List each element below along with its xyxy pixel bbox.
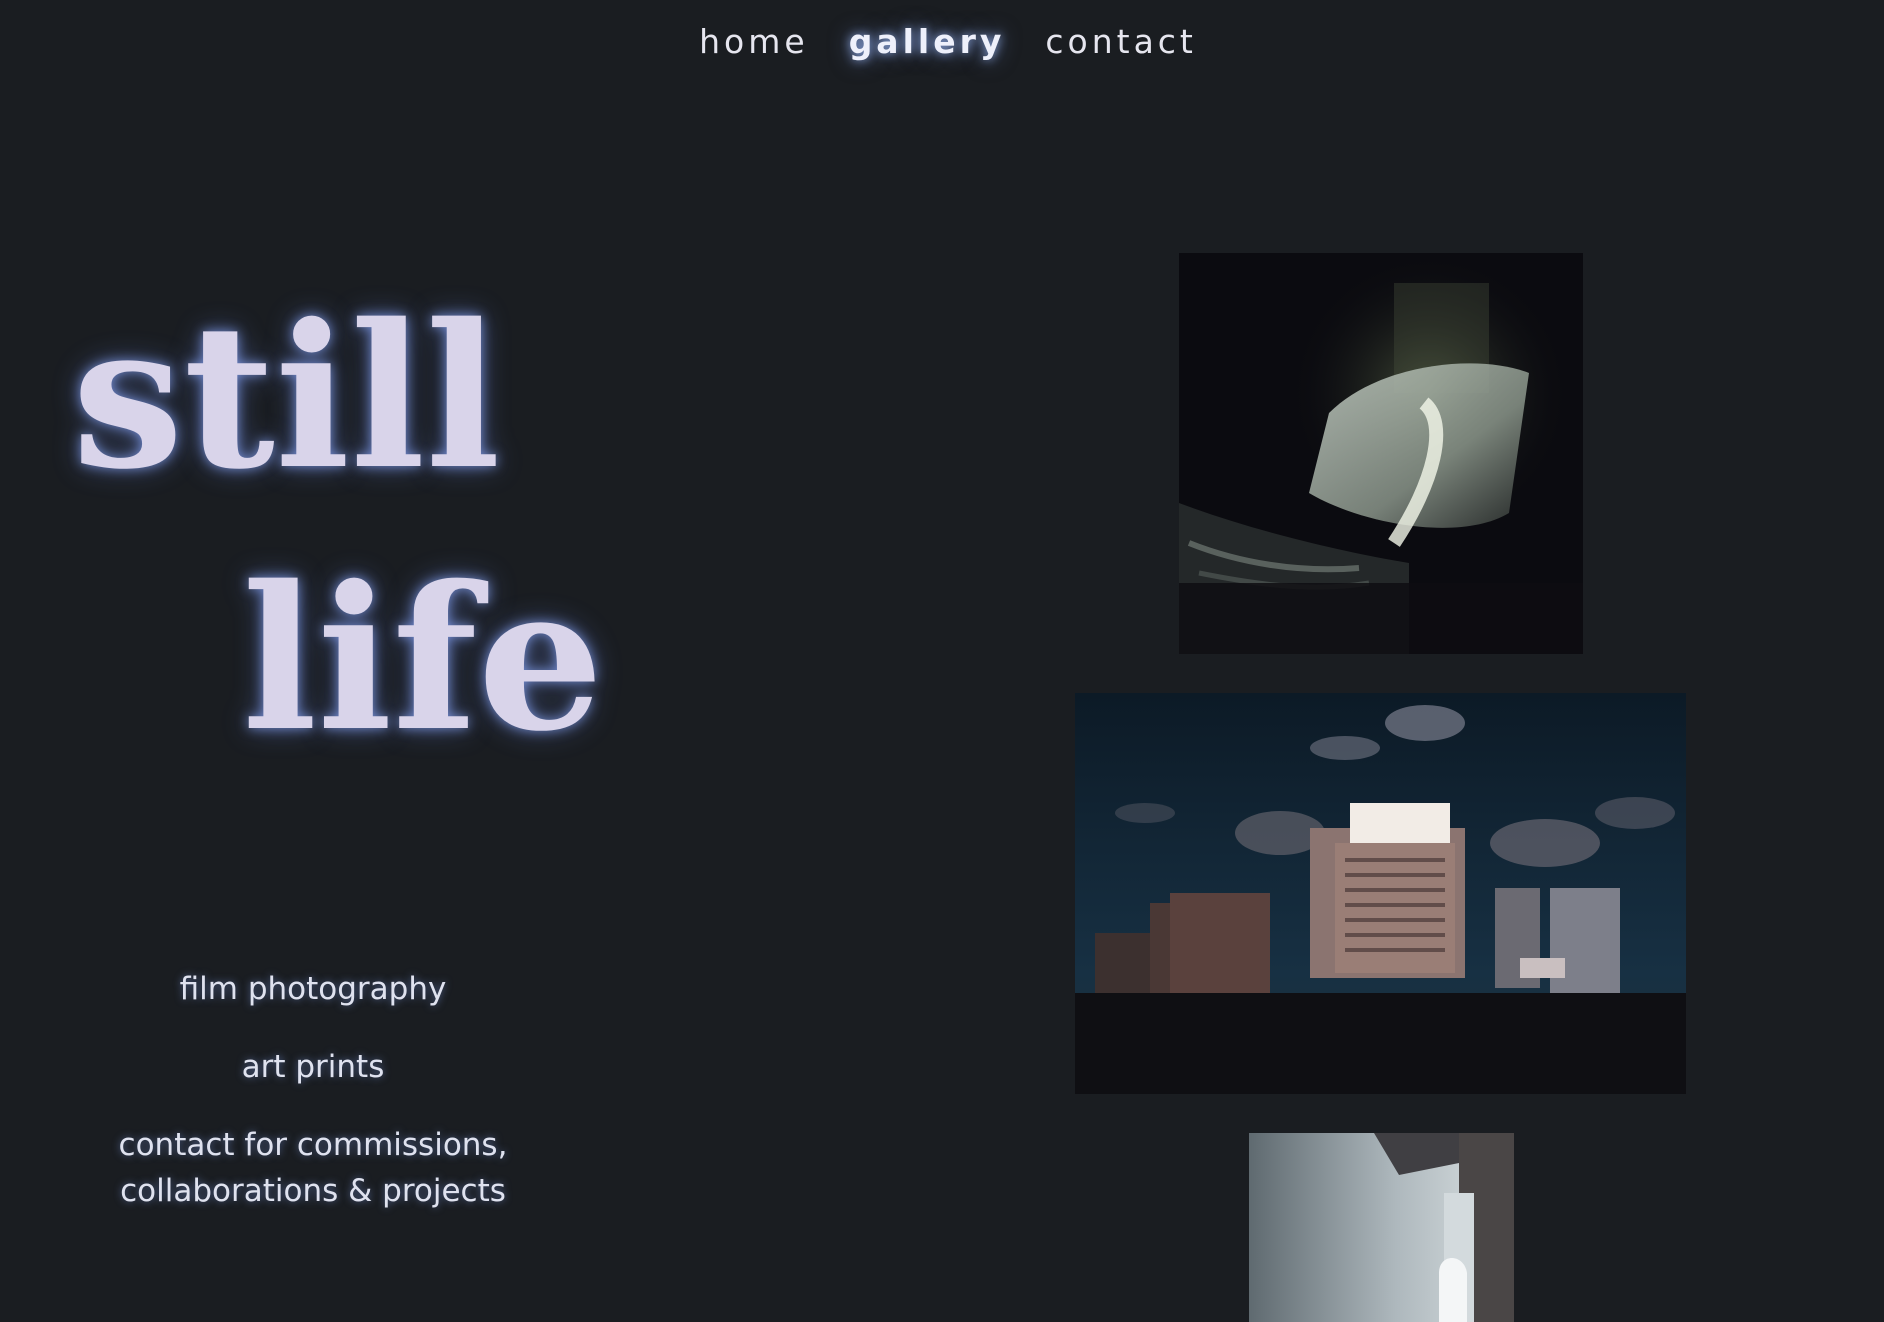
gallery-photo-pillow[interactable] — [1179, 253, 1583, 654]
nav-contact-link[interactable]: contact — [1045, 22, 1197, 61]
tagline-film-photography: film photography — [179, 971, 447, 1007]
gallery-photo-window[interactable] — [1249, 1133, 1514, 1322]
tagline-contact-line1: contact for commissions, — [118, 1127, 508, 1163]
gallery-photo-city[interactable] — [1075, 693, 1686, 1094]
hero-title-life: life — [242, 542, 604, 775]
main-nav: home gallery contact — [0, 22, 1884, 61]
city-photo-image — [1075, 693, 1686, 1094]
tagline-contact-line2: collaborations & projects — [120, 1173, 506, 1209]
nav-home-link[interactable]: home — [699, 22, 809, 61]
tagline-contact: contact for commissions, collaborations … — [60, 1122, 566, 1214]
nav-gallery-link[interactable]: gallery — [849, 22, 1006, 61]
pillow-photo-image — [1179, 253, 1583, 654]
hero-title-still: still — [72, 280, 501, 513]
tagline-art-prints: art prints — [241, 1049, 385, 1085]
window-photo-image — [1249, 1133, 1514, 1322]
